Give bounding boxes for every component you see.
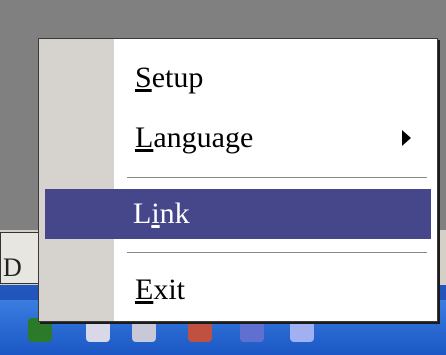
menu-item-label: Exit	[135, 273, 185, 306]
menu-item-setup[interactable]: Setup	[47, 53, 429, 103]
window-button-partial[interactable]: D	[0, 232, 42, 284]
menu-item-label: Link	[133, 197, 190, 230]
window-button-glyph: D	[3, 253, 22, 282]
menu-item-exit[interactable]: Exit	[47, 265, 429, 315]
menu-item-link[interactable]: Link	[45, 189, 431, 239]
menu-item-label: Language	[135, 121, 254, 154]
submenu-arrow-icon	[402, 130, 411, 146]
menu-item-label: Setup	[135, 61, 204, 94]
menu-separator	[127, 252, 427, 254]
menu-item-language[interactable]: Language	[47, 113, 429, 163]
context-menu: Setup Language Link Exit	[38, 38, 438, 322]
menu-separator	[127, 177, 427, 179]
